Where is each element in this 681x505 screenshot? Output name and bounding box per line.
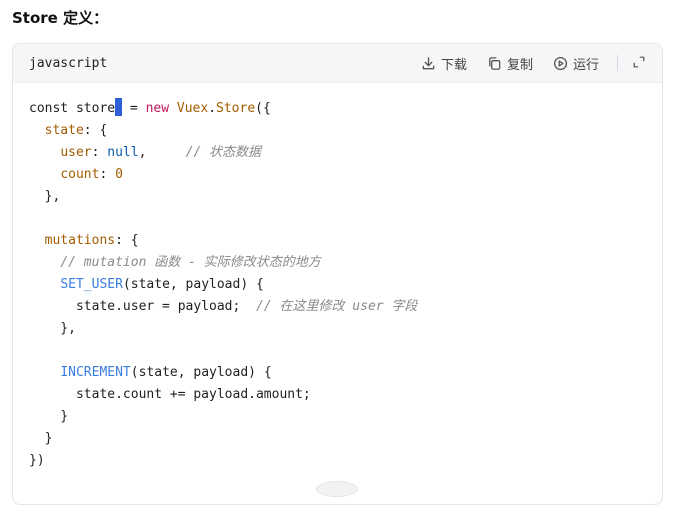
code-line: // mutation 函数 - 实际修改状态的地方 <box>29 252 662 274</box>
code-token: : <box>91 145 108 160</box>
expand-icon <box>632 54 646 73</box>
code-token: Store <box>216 101 256 116</box>
copy-label: 复制 <box>506 57 533 73</box>
code-line: state: { <box>29 120 662 142</box>
code-line: const store = new Vuex.Store({ <box>29 98 662 120</box>
code-line: state.count += payload.amount; <box>29 384 662 406</box>
code-content[interactable]: const store = new Vuex.Store({ state: { … <box>13 83 662 472</box>
code-token: null <box>107 145 139 160</box>
code-token: state <box>44 123 84 138</box>
code-language-label: javascript <box>29 55 108 71</box>
code-line: }, <box>29 186 662 208</box>
code-token: }) <box>29 453 45 468</box>
code-token: const store <box>29 101 116 116</box>
code-token: . <box>208 101 217 116</box>
code-token: Vuex <box>176 101 209 116</box>
toolbar-divider <box>617 55 618 71</box>
scroll-indicator[interactable] <box>316 481 358 497</box>
code-line: }, <box>29 318 662 340</box>
copy-button[interactable]: 复制 <box>487 54 533 73</box>
code-token: }, <box>29 321 76 336</box>
code-token: SET_USER <box>60 277 123 292</box>
code-token: 0 <box>115 167 123 182</box>
code-token: (state, payload) { <box>122 277 264 292</box>
code-token: state.count += payload.amount; <box>29 387 311 402</box>
code-token: user <box>60 145 92 160</box>
code-line: mutations: { <box>29 230 662 252</box>
code-line: user: null, // 状态数据 <box>29 142 662 164</box>
expand-button[interactable] <box>632 54 646 73</box>
code-comment: // mutation 函数 - 实际修改状态的地方 <box>60 255 321 270</box>
code-token: : { <box>83 123 108 138</box>
code-token: state.user = payload; <box>29 299 256 314</box>
play-circle-icon <box>553 56 568 71</box>
code-token: }, <box>29 189 61 204</box>
code-token: = <box>122 101 146 116</box>
code-token: INCREMENT <box>60 365 131 380</box>
section-heading: Store 定义： <box>12 9 109 27</box>
code-token: : <box>99 167 116 182</box>
code-block-header: javascript 下载 复制 运行 <box>13 44 662 83</box>
code-line: } <box>29 428 662 450</box>
code-token: (state, payload) { <box>130 365 272 380</box>
code-line: state.user = payload; // 在这里修改 user 字段 <box>29 296 662 318</box>
code-block: javascript 下载 复制 运行 const store = new Vu… <box>12 43 663 505</box>
code-comment: // 在这里修改 user 字段 <box>255 299 418 314</box>
code-token: count <box>60 167 100 182</box>
code-token: ({ <box>255 101 271 116</box>
code-comment: // 状态数据 <box>185 145 262 160</box>
code-line: }) <box>29 450 662 472</box>
code-token: } <box>29 409 69 424</box>
code-token: mutations <box>44 233 116 248</box>
download-label: 下载 <box>440 57 467 73</box>
code-token: new <box>145 101 170 116</box>
code-line: } <box>29 406 662 428</box>
run-button[interactable]: 运行 <box>553 54 599 73</box>
code-token: , <box>138 145 186 160</box>
download-button[interactable]: 下载 <box>421 54 467 73</box>
code-line: count: 0 <box>29 164 662 186</box>
code-token: : { <box>115 233 139 248</box>
download-icon <box>421 56 436 71</box>
run-label: 运行 <box>572 57 599 73</box>
code-token: } <box>29 431 53 446</box>
code-line: SET_USER(state, payload) { <box>29 274 662 296</box>
code-line: INCREMENT(state, payload) { <box>29 362 662 384</box>
copy-icon <box>487 56 502 71</box>
